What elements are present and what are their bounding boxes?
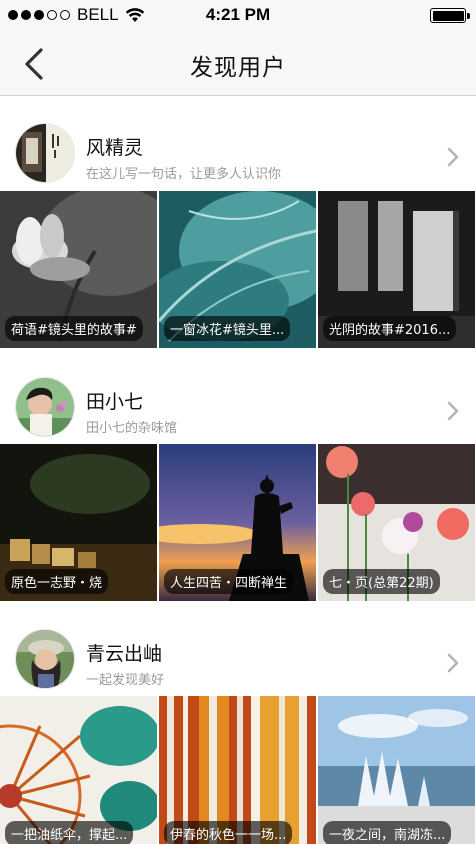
user-row-qingyunchuxiu[interactable]: 青云出岫 一起发现美好	[0, 602, 476, 696]
photo-card[interactable]: 荷语#镜头里的故事#	[0, 191, 157, 348]
photo-caption: 人生四苦・四断禅生	[164, 569, 294, 594]
photo-strip: 一把油纸伞，撑起... 伊春的秋色一一场... 一夜之间，南湖冻...	[0, 696, 476, 844]
photo-caption: 荷语#镜头里的故事#	[5, 316, 143, 341]
navigation-bar: 发现用户	[0, 32, 476, 96]
chevron-right-icon	[447, 147, 459, 167]
photo-card[interactable]: 一夜之间，南湖冻...	[318, 696, 475, 844]
user-name: 田小七	[86, 391, 144, 413]
user-row-fengjingling[interactable]: 风精灵 在这儿写一句话，让更多人认识你	[0, 96, 476, 190]
avatar[interactable]	[15, 123, 75, 183]
avatar[interactable]	[15, 377, 75, 437]
photo-strip: 原色一志野・烧 人生四苦・四断禅生 七・页(总第22期)	[0, 444, 476, 601]
battery-icon	[430, 8, 470, 23]
user-subtitle: 田小七的杂味馆	[86, 421, 178, 436]
photo-strip: 荷语#镜头里的故事# 一窗冰花#镜头里... 光阴的故事#2016...	[0, 191, 476, 348]
photo-card[interactable]: 一窗冰花#镜头里...	[159, 191, 316, 348]
photo-card[interactable]: 原色一志野・烧	[0, 444, 157, 601]
photo-card[interactable]: 七・页(总第22期)	[318, 444, 475, 601]
photo-caption: 七・页(总第22期)	[323, 569, 440, 594]
status-time: 4:21 PM	[205, 5, 271, 24]
user-name: 青云出岫	[86, 643, 163, 665]
page-title: 发现用户	[190, 55, 286, 81]
user-subtitle: 在这儿写一句话，让更多人认识你	[86, 167, 282, 182]
photo-caption: 伊春的秋色一一场...	[164, 821, 293, 844]
photo-caption: 光阴的故事#2016...	[323, 316, 457, 341]
chevron-right-icon	[447, 653, 459, 673]
user-subtitle: 一起发现美好	[86, 673, 165, 688]
chevron-right-icon	[447, 401, 459, 421]
avatar[interactable]	[15, 629, 75, 689]
photo-caption: 一夜之间，南湖冻...	[323, 821, 452, 844]
photo-caption: 一把油纸伞，撑起...	[5, 821, 134, 844]
photo-card[interactable]: 光阴的故事#2016...	[318, 191, 475, 348]
photo-caption: 一窗冰花#镜头里...	[164, 316, 291, 341]
photo-card[interactable]: 伊春的秋色一一场...	[159, 696, 316, 844]
photo-card[interactable]: 一把油纸伞，撑起...	[0, 696, 157, 844]
photo-caption: 原色一志野・烧	[5, 569, 109, 594]
user-row-tianxiaoqi[interactable]: 田小七 田小七的杂味馆	[0, 350, 476, 444]
status-bar: BELL 4:21 PM	[0, 0, 476, 32]
user-name: 风精灵	[86, 137, 144, 159]
photo-card[interactable]: 人生四苦・四断禅生	[159, 444, 316, 601]
